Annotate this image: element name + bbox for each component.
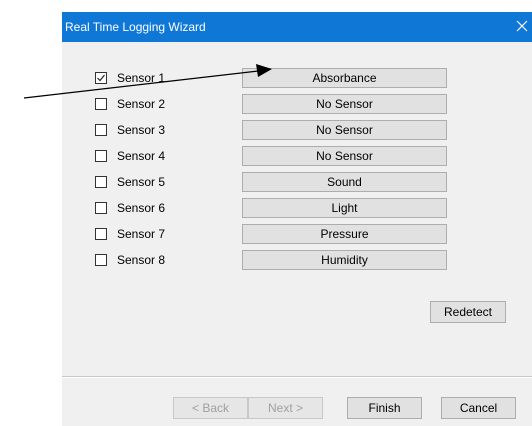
arrow-annotation-icon	[23, 64, 272, 99]
